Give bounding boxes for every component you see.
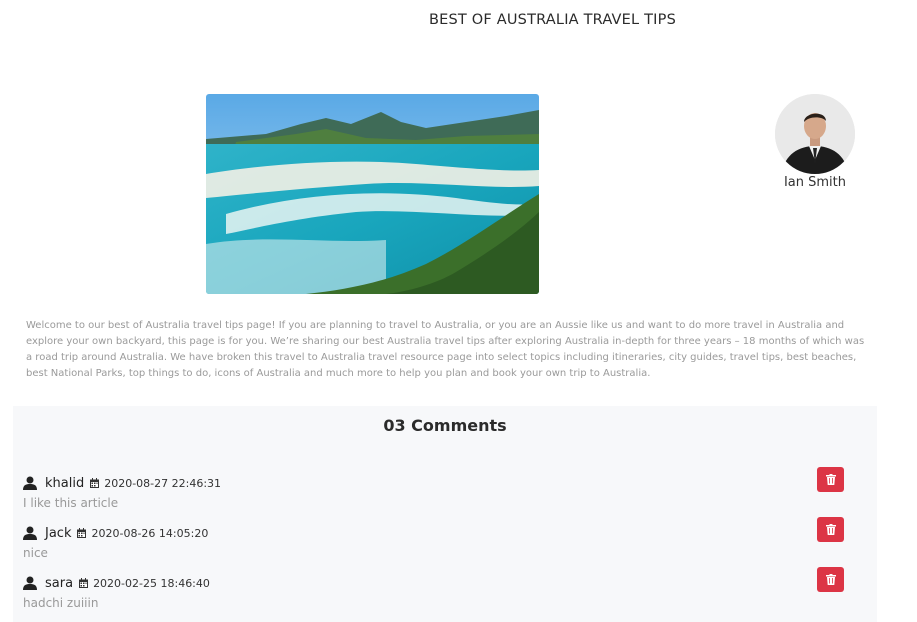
comment-date: 2020-08-27 22:46:31 bbox=[104, 476, 222, 490]
delete-comment-button[interactable] bbox=[817, 467, 844, 492]
user-icon bbox=[23, 476, 37, 490]
author-name: Ian Smith bbox=[783, 175, 847, 190]
user-icon bbox=[23, 576, 37, 590]
comments-section: 03 Comments khalid 2020-08-27 22:46:31 I… bbox=[13, 406, 877, 622]
comment-item: Jack 2020-08-26 14:05:20 nice bbox=[23, 517, 867, 569]
comment-author: sara bbox=[45, 575, 74, 591]
article-body: Welcome to our best of Australia travel … bbox=[26, 320, 865, 379]
comment-text: hadchi zuiiin bbox=[23, 596, 99, 610]
delete-comment-button[interactable] bbox=[817, 517, 844, 542]
author-avatar bbox=[775, 94, 855, 174]
comment-text: I like this article bbox=[23, 496, 119, 510]
comment-date: 2020-02-25 18:46:40 bbox=[93, 576, 210, 590]
comment-item: sara 2020-02-25 18:46:40 hadchi zuiiin bbox=[23, 567, 867, 619]
comment-author: Jack bbox=[45, 525, 72, 541]
comment-author: khalid bbox=[45, 475, 85, 491]
trash-icon bbox=[825, 574, 836, 585]
page-title: BEST OF AUSTRALIA TRAVEL TIPS bbox=[428, 12, 676, 28]
author-card: Ian Smith bbox=[775, 94, 855, 190]
hero-image bbox=[206, 94, 539, 294]
comments-title: 03 Comments bbox=[383, 416, 507, 435]
comment-text: nice bbox=[23, 546, 48, 560]
comment-item: khalid 2020-08-27 22:46:31 I like this a… bbox=[23, 467, 867, 519]
trash-icon bbox=[825, 474, 836, 485]
calendar-icon bbox=[77, 528, 87, 538]
calendar-icon bbox=[79, 578, 89, 588]
comment-date: 2020-08-26 14:05:20 bbox=[91, 526, 209, 540]
calendar-icon bbox=[90, 478, 100, 488]
user-icon bbox=[23, 526, 37, 540]
delete-comment-button[interactable] bbox=[817, 567, 844, 592]
trash-icon bbox=[825, 524, 836, 535]
